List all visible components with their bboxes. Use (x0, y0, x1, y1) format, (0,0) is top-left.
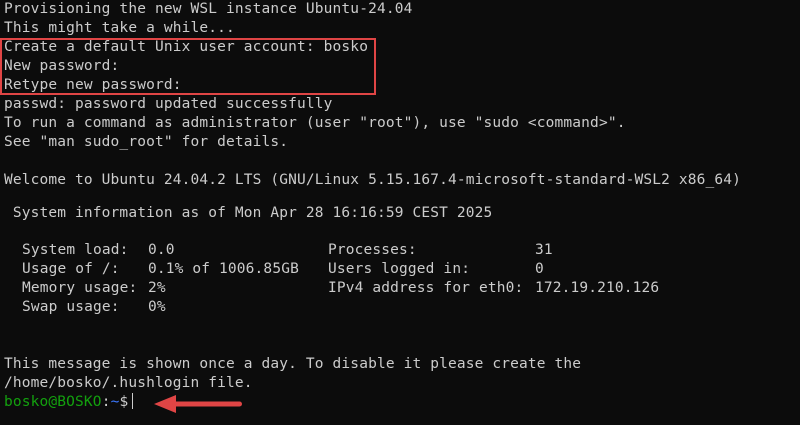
output-line-sysinfo-header: System information as of Mon Apr 28 16:1… (4, 205, 493, 221)
output-line-hushlogin: /home/bosko/.hushlogin file. (4, 375, 253, 391)
terminal-window[interactable]: Provisioning the new WSL instance Ubuntu… (0, 0, 800, 425)
sysinfo-processes-label: Processes: (328, 242, 417, 258)
shell-prompt[interactable]: bosko@BOSKO:~$ (4, 393, 134, 412)
sysinfo-memory-value: 2% (148, 280, 166, 296)
output-line-man-hint: See "man sudo_root" for details. (4, 134, 289, 150)
sysinfo-ipv4-value: 172.19.210.126 (535, 280, 660, 296)
sysinfo-memory-label: Memory usage: (22, 280, 138, 296)
output-line-provisioning: Provisioning the new WSL instance Ubuntu… (4, 1, 413, 17)
output-line-motd-notice: This message is shown once a day. To dis… (4, 356, 582, 372)
prompt-separator: : (101, 394, 111, 410)
text-cursor (132, 393, 134, 409)
sysinfo-ipv4-label: IPv4 address for eth0: (328, 280, 524, 296)
output-line-passwd-updated: passwd: password updated successfully (4, 96, 333, 112)
sysinfo-swap-value: 0% (148, 299, 166, 315)
output-line-wait: This might take a while... (4, 20, 235, 36)
sysinfo-system-load-label: System load: (22, 242, 129, 258)
sysinfo-usage-value: 0.1% of 1006.85GB (148, 261, 299, 277)
left-arrow-icon (154, 395, 242, 413)
output-line-sudo-hint: To run a command as administrator (user … (4, 115, 626, 131)
sysinfo-users-label: Users logged in: (328, 261, 471, 277)
prompt-user-host: bosko@BOSKO (4, 394, 102, 410)
sysinfo-swap-label: Swap usage: (22, 299, 120, 315)
prompt-symbol: $ (119, 394, 129, 410)
sysinfo-processes-value: 31 (535, 242, 553, 258)
sysinfo-usage-label: Usage of /: (22, 261, 120, 277)
credentials-highlight-box (0, 38, 376, 95)
output-line-welcome: Welcome to Ubuntu 24.04.2 LTS (GNU/Linux… (4, 172, 742, 188)
sysinfo-users-value: 0 (535, 261, 544, 277)
sysinfo-system-load-value: 0.0 (148, 242, 175, 258)
